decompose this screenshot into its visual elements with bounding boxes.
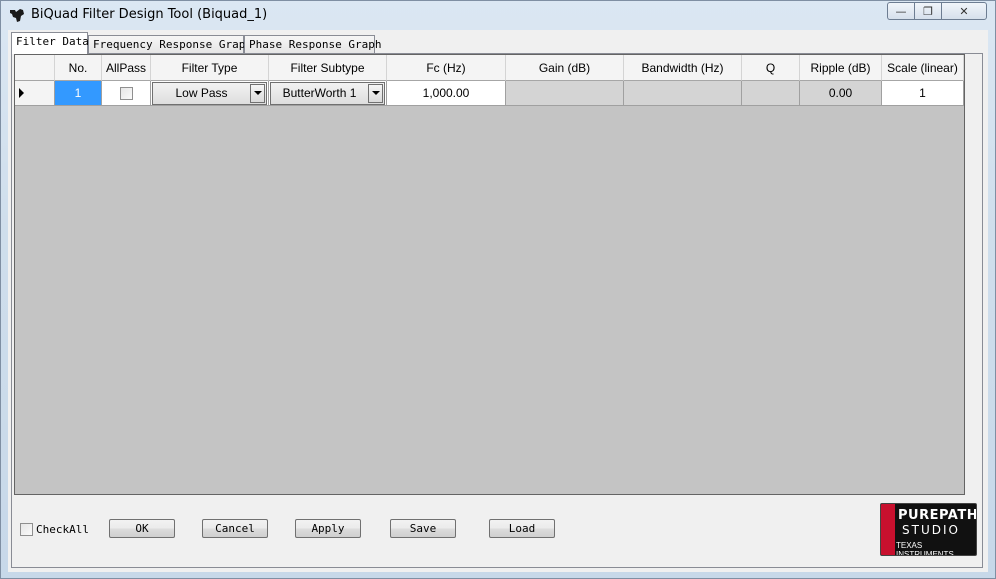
checkall-label: CheckAll xyxy=(36,523,89,536)
filter-data-grid[interactable]: No. AllPass Filter Type Filter Subtype F… xyxy=(14,54,965,495)
logo-line-3: TEXAS INSTRUMENTS xyxy=(896,541,954,556)
cell-scale[interactable]: 1 xyxy=(882,81,964,106)
cell-q xyxy=(742,81,800,106)
tab-filter-data[interactable]: Filter Data xyxy=(11,32,89,54)
cell-no[interactable]: 1 xyxy=(55,81,102,106)
tab-phase-response-graph[interactable]: Phase Response Graph xyxy=(244,35,381,54)
column-header-q[interactable]: Q xyxy=(742,55,800,81)
texas-instruments-icon xyxy=(10,9,24,22)
current-row-arrow-icon xyxy=(19,88,24,98)
purepath-studio-logo: PUREPATH STUDIO TEXAS INSTRUMENTS xyxy=(880,503,977,556)
column-header-ripple[interactable]: Ripple (dB) xyxy=(800,55,882,81)
row-header[interactable] xyxy=(15,81,55,106)
ok-button[interactable]: OK xyxy=(109,519,175,538)
app-window: BiQuad Filter Design Tool (Biquad_1) — ❐… xyxy=(0,0,996,579)
cancel-button[interactable]: Cancel xyxy=(202,519,268,538)
filter-subtype-dropdown[interactable]: ButterWorth 1 xyxy=(270,81,385,105)
grid-header: No. AllPass Filter Type Filter Subtype F… xyxy=(15,55,964,81)
column-header-scale[interactable]: Scale (linear) xyxy=(882,55,964,81)
filter-subtype-dropdown-button[interactable] xyxy=(368,83,383,103)
filter-data-panel: No. AllPass Filter Type Filter Subtype F… xyxy=(11,53,983,568)
tab-frequency-response-graph[interactable]: Frequency Response Graph xyxy=(88,35,252,54)
bottom-bar: CheckAll OK Cancel Apply Save Load PUREP… xyxy=(14,497,980,565)
apply-button[interactable]: Apply xyxy=(295,519,361,538)
column-header-bandwidth[interactable]: Bandwidth (Hz) xyxy=(624,55,742,81)
cell-gain xyxy=(506,81,624,106)
save-button[interactable]: Save xyxy=(390,519,456,538)
filter-type-dropdown-button[interactable] xyxy=(250,83,265,103)
close-button[interactable]: ✕ xyxy=(941,2,987,20)
header-corner xyxy=(15,55,55,81)
cell-filter-subtype[interactable]: ButterWorth 1 xyxy=(269,81,387,106)
cell-allpass[interactable] xyxy=(102,81,151,106)
close-icon: ✕ xyxy=(959,4,969,18)
filter-type-dropdown[interactable]: Low Pass xyxy=(152,81,267,105)
column-header-no[interactable]: No. xyxy=(55,55,102,81)
title-bar[interactable]: BiQuad Filter Design Tool (Biquad_1) — ❐… xyxy=(1,1,995,29)
allpass-checkbox[interactable] xyxy=(119,86,133,100)
cell-filter-type[interactable]: Low Pass xyxy=(151,81,269,106)
column-header-filter-subtype[interactable]: Filter Subtype xyxy=(269,55,387,81)
logo-red-stripe xyxy=(881,504,895,555)
chevron-down-icon xyxy=(371,91,380,95)
cell-bandwidth xyxy=(624,81,742,106)
logo-line-2: STUDIO xyxy=(902,523,960,537)
caption-buttons: — ❐ ✕ xyxy=(887,2,987,20)
checkall-checkbox[interactable] xyxy=(20,523,33,536)
cell-ripple: 0.00 xyxy=(800,81,882,106)
minimize-icon: — xyxy=(895,4,907,18)
minimize-button[interactable]: — xyxy=(887,2,914,20)
column-header-allpass[interactable]: AllPass xyxy=(102,55,151,81)
maximize-icon: ❐ xyxy=(923,4,933,18)
column-header-filter-type[interactable]: Filter Type xyxy=(151,55,269,81)
checkall-control[interactable]: CheckAll xyxy=(20,523,89,536)
cell-fc[interactable]: 1,000.00 xyxy=(387,81,506,106)
chevron-down-icon xyxy=(253,91,262,95)
column-header-fc[interactable]: Fc (Hz) xyxy=(387,55,506,81)
window-title: BiQuad Filter Design Tool (Biquad_1) xyxy=(31,7,268,22)
maximize-button[interactable]: ❐ xyxy=(914,2,941,20)
column-header-gain[interactable]: Gain (dB) xyxy=(506,55,624,81)
client-area: Filter Data Frequency Response Graph Pha… xyxy=(8,30,988,572)
load-button[interactable]: Load xyxy=(489,519,555,538)
table-row[interactable]: 1 Low Pass ButterWorth 1 1,000.00 0.00 1 xyxy=(15,81,964,106)
logo-line-1: PUREPATH xyxy=(898,508,977,523)
